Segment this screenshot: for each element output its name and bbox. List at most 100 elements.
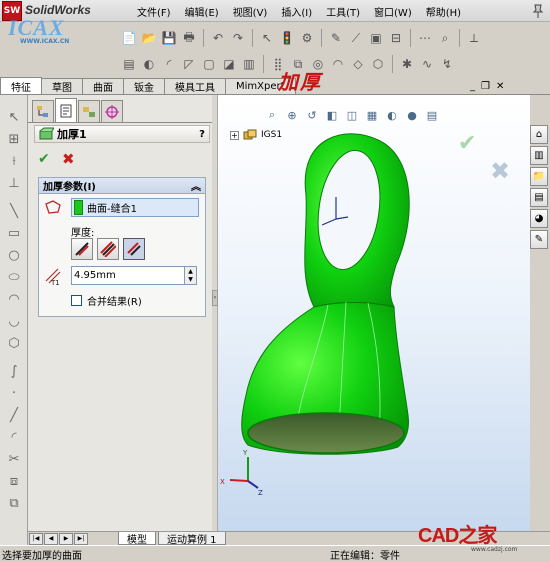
configuration-tab-icon[interactable] [78,100,100,122]
thickness-input[interactable]: 4.95mm [71,266,185,285]
display-style-icon[interactable]: ▣ [367,29,385,47]
section-view-icon[interactable]: ⊟ [387,29,405,47]
save-icon[interactable]: 💾 [160,29,178,47]
spin-down-icon[interactable]: ▼ [188,276,193,284]
appearances-icon[interactable]: ◕ [530,209,548,228]
file-explorer-icon[interactable]: 📁 [530,167,548,186]
filter-icon[interactable]: ⋯ [416,29,434,47]
ellipse-icon[interactable]: ⬭ [5,269,23,287]
thicken-parameters-group: 加厚参数(I) ︽ 曲面-缝合1 厚度: T1 4.95mm ▲ ▼ 合并结果(… [38,177,206,317]
view-palette-icon[interactable]: ▤ [530,188,548,207]
feature-tree-tab-icon[interactable] [32,100,54,122]
surface-selection-box[interactable]: 曲面-缝合1 [71,198,199,217]
selected-surface[interactable]: 曲面-缝合1 [87,200,137,215]
revolve-icon[interactable]: ◐ [140,55,158,73]
tangent-arc-icon[interactable]: ◡ [5,313,23,331]
property-icon [60,104,72,117]
tab-features[interactable]: 特征 [0,77,42,94]
dimxpert-tab-icon[interactable] [101,100,123,122]
shell-icon[interactable]: ▢ [200,55,218,73]
dome-icon[interactable]: ◠ [329,55,347,73]
magnify-icon[interactable]: ⌕ [436,29,454,47]
boundary-icon[interactable]: ⬡ [369,55,387,73]
smart-dimension-icon[interactable]: ⟋ [347,29,365,47]
menu-insert[interactable]: 插入(I) [274,4,319,19]
mirror-sketch-icon[interactable]: ⧉ [5,495,23,513]
tab-motion-study[interactable]: 运动算例 1 [158,532,226,546]
first-tab-icon[interactable]: |◀ [29,532,43,545]
surface-icon[interactable]: ◇ [349,55,367,73]
property-manager-tab-icon[interactable] [55,98,77,122]
spline-icon[interactable]: ∫ [5,363,23,381]
thicken-both-sides-button[interactable] [97,238,119,260]
thickness-spinner[interactable]: ▲ ▼ [185,266,197,285]
draft-icon[interactable]: ◪ [220,55,238,73]
select-arrow-icon[interactable]: ↖ [5,109,23,127]
group-header[interactable]: 加厚参数(I) ︽ [39,178,205,194]
reference-geometry-icon[interactable]: ✱ [398,55,416,73]
dimension-icon[interactable]: ⟊ [5,153,23,171]
tab-sheet-metal[interactable]: 钣金 [123,78,165,94]
offset-icon[interactable]: ⧈ [5,473,23,491]
doc-minimize-icon[interactable]: _ [470,81,475,92]
arc-icon[interactable]: ◠ [5,291,23,309]
rectangle-icon[interactable]: ▭ [5,225,23,243]
resources-icon[interactable]: ⌂ [530,125,548,144]
redo-icon[interactable]: ↷ [229,29,247,47]
tab-surfaces[interactable]: 曲面 [82,78,124,94]
menu-window[interactable]: 窗口(W) [367,4,419,19]
thicken-side1-button[interactable] [71,238,93,260]
tab-mold-tools[interactable]: 模具工具 [164,78,226,94]
menu-file[interactable]: 文件(F) [130,4,178,19]
checkbox-box[interactable] [71,295,82,306]
trim-icon[interactable]: ✂ [5,451,23,469]
menu-tools[interactable]: 工具(T) [319,4,367,19]
help-button[interactable]: ? [195,129,209,140]
design-library-icon[interactable]: ▥ [530,146,548,165]
extrude-icon[interactable]: ▤ [120,55,138,73]
rebuild-icon[interactable]: 🚦 [278,29,296,47]
sketch-icon[interactable]: ✎ [327,29,345,47]
spin-up-icon[interactable]: ▲ [188,268,193,276]
fillet-sketch-icon[interactable]: ◜ [5,429,23,447]
tab-sketch[interactable]: 草图 [41,78,83,94]
tab-model[interactable]: 模型 [118,532,156,546]
curves-icon[interactable]: ∿ [418,55,436,73]
collapse-icon[interactable]: ︽ [191,178,201,193]
options-icon[interactable]: ⚙ [298,29,316,47]
polygon-icon[interactable]: ⬡ [5,335,23,353]
new-icon[interactable]: 📄 [120,29,138,47]
relation-icon[interactable]: ⊥ [5,175,23,193]
thickened-body-model[interactable]: Y X Z [218,95,530,531]
menu-view[interactable]: 视图(V) [226,4,275,19]
doc-close-icon[interactable]: ✕ [496,81,504,92]
graphics-viewport[interactable]: ⌕ ⊕ ↺ ◧ ◫ ▦ ◐ ● ▤ + IGS1 ✔ ✖ Y X Z [218,95,530,531]
menu-help[interactable]: 帮助(H) [419,4,468,19]
ok-button[interactable]: ✔ [38,151,50,167]
pin-icon[interactable] [530,3,546,19]
last-tab-icon[interactable]: ▶| [74,532,88,545]
custom-properties-icon[interactable]: ✎ [530,230,548,249]
chamfer-icon[interactable]: ◸ [180,55,198,73]
next-tab-icon[interactable]: ▶ [59,532,73,545]
instant3d-icon[interactable]: ↯ [438,55,456,73]
sketch-tool-strip: ↖ ⊞ ⟊ ⊥ ╲ ▭ ○ ⬭ ◠ ◡ ⬡ ∫ · ╱ ◜ ✂ ⧈ ⧉ [0,95,28,545]
cancel-button[interactable]: ✖ [62,150,75,168]
menu-edit[interactable]: 编辑(E) [178,4,226,19]
merge-result-checkbox[interactable]: 合并结果(R) [71,293,142,308]
doc-restore-icon[interactable]: ❐ [481,81,490,92]
rib-icon[interactable]: ▥ [240,55,258,73]
print-icon[interactable]: 🖶 [180,29,198,47]
thicken-side2-button[interactable] [123,238,145,260]
prev-tab-icon[interactable]: ◀ [44,532,58,545]
point-icon[interactable]: · [5,385,23,403]
open-icon[interactable]: 📂 [140,29,158,47]
line-icon[interactable]: ╲ [5,203,23,221]
select-icon[interactable]: ↖ [258,29,276,47]
fillet-icon[interactable]: ◜ [160,55,178,73]
grid-icon[interactable]: ⊞ [5,131,23,149]
circle-icon[interactable]: ○ [5,247,23,265]
undo-icon[interactable]: ↶ [209,29,227,47]
triad-icon[interactable]: ⟂ [465,29,483,47]
centerline-icon[interactable]: ╱ [5,407,23,425]
